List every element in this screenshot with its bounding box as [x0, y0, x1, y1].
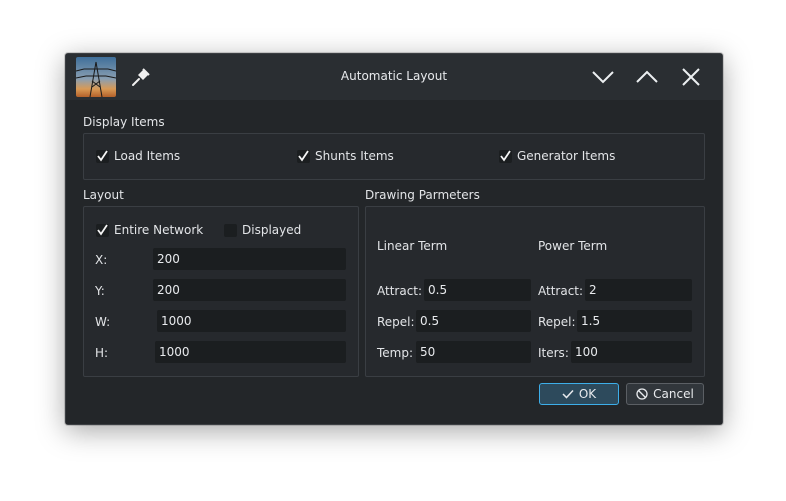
linear-attract-field[interactable]: 0.5 — [424, 279, 531, 301]
displayed-checkbox[interactable]: Displayed — [224, 222, 301, 238]
checkbox-label: Shunts Items — [315, 149, 394, 163]
linear-temp-label: Temp: — [377, 346, 414, 360]
checkbox-box — [297, 149, 310, 163]
checkbox-label: Entire Network — [114, 223, 204, 237]
power-iters-field[interactable]: 100 — [571, 341, 692, 363]
pin-icon[interactable] — [129, 65, 153, 89]
y-field[interactable]: 200 — [153, 279, 346, 301]
checkbox-box — [224, 223, 237, 237]
x-label: X: — [95, 253, 108, 267]
cancel-button[interactable]: Cancel — [626, 383, 704, 405]
drawing-parameters-group: Linear Term Power Term Attract: 0.5 Repe… — [365, 206, 705, 377]
cancel-icon — [636, 388, 648, 400]
load-items-checkbox[interactable]: Load Items — [96, 148, 180, 164]
power-repel-field[interactable]: 1.5 — [577, 310, 692, 332]
chevron-up-icon[interactable] — [635, 65, 659, 89]
chevron-down-icon[interactable] — [591, 65, 615, 89]
layout-group: Entire Network Displayed X: 200 Y: 200 W… — [83, 206, 359, 377]
h-label: H: — [95, 346, 109, 360]
power-attract-label: Attract: — [538, 284, 584, 298]
checkbox-box — [96, 149, 109, 163]
drawing-parameters-label: Drawing Parmeters — [365, 188, 480, 202]
ok-label: OK — [578, 387, 597, 401]
generator-items-checkbox[interactable]: Generator Items — [499, 148, 615, 164]
linear-repel-field[interactable]: 0.5 — [416, 310, 531, 332]
automatic-layout-dialog: Automatic Layout Display Items Load Item… — [65, 53, 723, 425]
check-icon — [562, 389, 574, 399]
window-title: Automatic Layout — [340, 69, 448, 83]
entire-network-checkbox[interactable]: Entire Network — [96, 222, 203, 238]
linear-term-heading: Linear Term — [377, 239, 448, 253]
x-field[interactable]: 200 — [153, 248, 346, 270]
close-icon[interactable] — [679, 65, 703, 89]
linear-repel-label: Repel: — [377, 315, 415, 329]
w-field[interactable]: 1000 — [157, 310, 346, 332]
dialog-content: Display Items Load Items Shunts Items Ge… — [66, 100, 722, 424]
checkbox-box — [499, 149, 512, 163]
checkbox-label: Generator Items — [517, 149, 616, 163]
w-label: W: — [95, 315, 111, 329]
y-label: Y: — [95, 284, 105, 298]
title-bar[interactable]: Automatic Layout — [66, 54, 722, 100]
power-term-heading: Power Term — [538, 239, 608, 253]
cancel-label: Cancel — [653, 387, 694, 401]
ok-button[interactable]: OK — [539, 383, 619, 405]
layout-label: Layout — [83, 188, 124, 202]
power-iters-label: Iters: — [538, 346, 569, 360]
power-tower-icon — [76, 57, 116, 97]
shunts-items-checkbox[interactable]: Shunts Items — [297, 148, 394, 164]
h-field[interactable]: 1000 — [155, 341, 346, 363]
power-attract-field[interactable]: 2 — [585, 279, 692, 301]
linear-temp-field[interactable]: 50 — [416, 341, 531, 363]
linear-attract-label: Attract: — [377, 284, 423, 298]
display-items-group: Load Items Shunts Items Generator Items — [83, 133, 705, 180]
checkbox-label: Load Items — [114, 149, 181, 163]
checkbox-box — [96, 223, 109, 237]
display-items-label: Display Items — [83, 115, 165, 129]
checkbox-label: Displayed — [242, 223, 302, 237]
power-repel-label: Repel: — [538, 315, 576, 329]
